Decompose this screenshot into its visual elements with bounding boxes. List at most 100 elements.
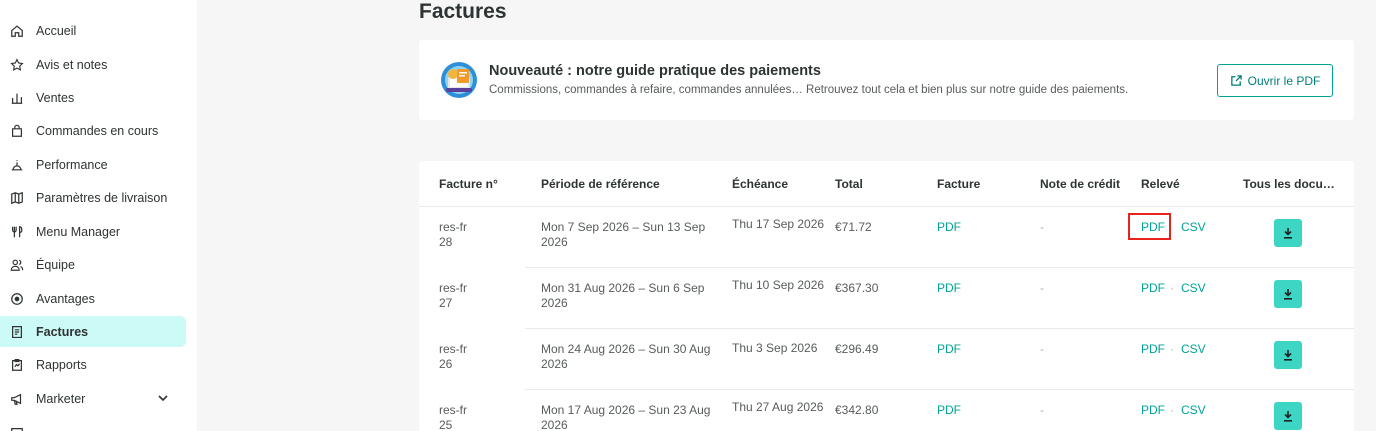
sidebar-item-ventes[interactable]: Ventes — [0, 82, 186, 113]
reference-period: Mon 31 Aug 2026 – Sun 6 Sep 2026 — [541, 281, 705, 310]
statement-csv-link[interactable]: CSV — [1181, 342, 1206, 357]
credit-note-value: - — [1040, 403, 1044, 417]
sidebar-item-marketer[interactable]: Marketer — [0, 383, 186, 414]
invoice-number: res-fr 27 — [439, 281, 467, 310]
download-all-button[interactable] — [1274, 280, 1302, 308]
reference-period: Mon 7 Sep 2026 – Sun 13 Sep 2026 — [541, 220, 706, 249]
sidebar-item-commandes-en-cours[interactable]: Commandes en cours — [0, 115, 186, 146]
total-amount: €342.80 — [835, 403, 879, 417]
sidebar-item-performance[interactable]: Performance — [0, 149, 186, 180]
column-header-credit-note: Note de crédit — [1040, 177, 1121, 191]
invoice-number: res-fr 28 — [439, 220, 467, 249]
statement-separator: · — [1170, 342, 1174, 356]
sidebar-item-label: Accueil — [36, 23, 77, 38]
reference-period: Mon 17 Aug 2026 – Sun 23 Aug 2026 — [541, 403, 711, 431]
invoice-pdf-link[interactable]: PDF — [937, 342, 961, 357]
credit-note-value: - — [1040, 220, 1044, 234]
sidebar-item-label: Commandes en cours — [36, 123, 159, 138]
row-divider — [525, 328, 1354, 329]
statement-pdf-link[interactable]: PDF — [1141, 220, 1165, 235]
sidebar-item-label: Avantages — [36, 291, 95, 306]
payment-guide-banner: Nouveauté : notre guide pratique des pai… — [419, 40, 1354, 120]
download-all-button[interactable] — [1274, 219, 1302, 247]
column-header-all-docs: Tous les docu… — [1243, 177, 1335, 191]
column-header-due[interactable]: Échéance — [732, 177, 788, 191]
download-all-button[interactable] — [1274, 341, 1302, 369]
column-header-total[interactable]: Total — [835, 177, 863, 191]
banner-subtitle: Commissions, commandes à refaire, comman… — [489, 84, 1129, 96]
megaphone-icon — [8, 390, 26, 408]
sidebar-item-label: Rapports — [36, 357, 87, 372]
total-amount: €296.49 — [835, 342, 879, 356]
bar-chart-icon — [8, 89, 26, 107]
invoice-pdf-link[interactable]: PDF — [937, 281, 961, 296]
gauge-icon — [8, 156, 26, 174]
sidebar-item-factures[interactable]: Factures — [0, 316, 186, 347]
credit-note-value: - — [1040, 342, 1044, 356]
total-amount: €367.30 — [835, 281, 879, 295]
sidebar-item-parametres-de-livraison[interactable]: Paramètres de livraison — [0, 182, 186, 213]
sidebar-item-accueil[interactable]: Accueil — [0, 15, 186, 46]
column-header-invoice-no[interactable]: Facture n° — [439, 177, 498, 191]
invoice-pdf-link[interactable]: PDF — [937, 403, 961, 418]
open-pdf-button[interactable]: Ouvrir le PDF — [1217, 64, 1333, 97]
credit-note-value: - — [1040, 281, 1044, 295]
sidebar-item-avantages[interactable]: Avantages — [0, 283, 186, 314]
sidebar-item-label: Ventes — [36, 90, 75, 105]
page-title: Factures — [419, 0, 507, 23]
sidebar-item-label: Factures — [36, 324, 89, 339]
external-link-icon — [1230, 75, 1242, 86]
payment-guide-illustration-icon — [441, 62, 477, 98]
column-header-period[interactable]: Période de référence — [541, 177, 660, 191]
home-icon — [8, 22, 26, 40]
download-all-button[interactable] — [1274, 402, 1302, 430]
download-icon — [1284, 349, 1292, 361]
banner-title: Nouveauté : notre guide pratique des pai… — [489, 63, 821, 79]
row-divider — [525, 389, 1354, 390]
chevron-down-icon[interactable] — [156, 391, 170, 405]
map-icon — [8, 189, 26, 207]
download-icon — [1284, 288, 1292, 300]
download-icon — [1284, 410, 1292, 422]
statement-separator: · — [1170, 281, 1174, 295]
sidebar: Accueil Avis et notes Ventes Commandes e… — [0, 0, 197, 431]
sidebar-item-partial[interactable] — [0, 417, 186, 431]
sidebar-item-avis-et-notes[interactable]: Avis et notes — [0, 49, 186, 80]
statement-csv-link[interactable]: CSV — [1181, 220, 1206, 235]
row-divider — [525, 267, 1354, 268]
star-icon — [8, 56, 26, 74]
sidebar-item-rapports[interactable]: Rapports — [0, 349, 186, 380]
due-date: Thu 3 Sep 2026 — [732, 341, 818, 355]
total-amount: €71.72 — [835, 220, 872, 234]
invoice-number: res-fr 26 — [439, 342, 467, 371]
sidebar-item-label: Menu Manager — [36, 224, 121, 239]
header-divider — [419, 206, 1354, 207]
document-icon — [8, 323, 26, 341]
statement-pdf-link[interactable]: PDF — [1141, 281, 1165, 296]
statement-csv-link[interactable]: CSV — [1181, 281, 1206, 296]
sidebar-item-menu-manager[interactable]: Menu Manager — [0, 216, 186, 247]
due-date: Thu 27 Aug 2026 — [732, 400, 824, 414]
clipboard-icon — [8, 356, 26, 374]
open-pdf-label: Ouvrir le PDF — [1247, 73, 1321, 88]
invoice-pdf-link[interactable]: PDF — [937, 220, 961, 235]
download-icon — [1284, 227, 1292, 239]
sidebar-item-label: Avis et notes — [36, 57, 108, 72]
due-date: Thu 10 Sep 2026 — [732, 278, 825, 292]
statement-pdf-link[interactable]: PDF — [1141, 403, 1165, 418]
sidebar-item-equipe[interactable]: Équipe — [0, 249, 186, 280]
sidebar-item-label: Paramètres de livraison — [36, 190, 168, 205]
people-icon — [8, 256, 26, 274]
column-header-invoice: Facture — [937, 177, 981, 191]
column-header-statement: Relevé — [1141, 177, 1180, 191]
reference-period: Mon 24 Aug 2026 – Sun 30 Aug 2026 — [541, 342, 711, 371]
bag-icon — [8, 122, 26, 140]
sidebar-item-label: Équipe — [36, 257, 75, 272]
statement-separator: · — [1170, 403, 1174, 417]
statement-csv-link[interactable]: CSV — [1181, 403, 1206, 418]
statement-pdf-link[interactable]: PDF — [1141, 342, 1165, 357]
due-date: Thu 17 Sep 2026 — [732, 217, 825, 231]
invoices-table: Facture n° Période de référence Échéance… — [419, 161, 1354, 431]
sidebar-item-label: Marketer — [36, 391, 86, 406]
invoice-number: res-fr 25 — [439, 403, 467, 431]
